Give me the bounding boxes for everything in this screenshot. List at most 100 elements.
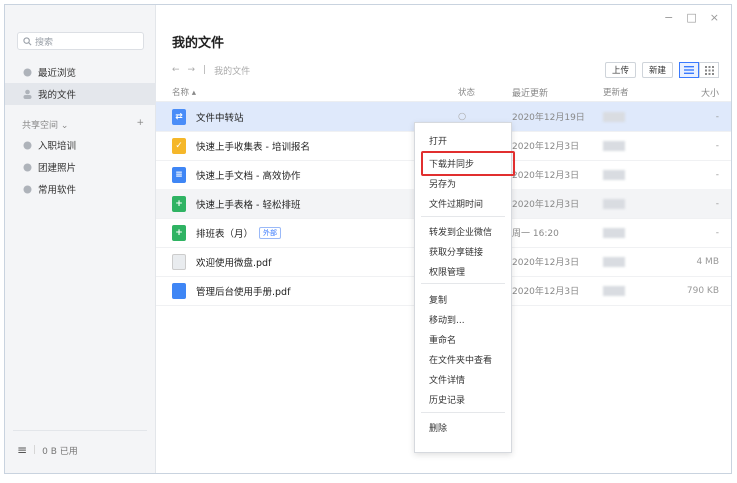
menu-divider <box>421 412 505 413</box>
storage-bar: ≡ | 0 B 已用 <box>17 443 78 457</box>
updater-avatar <box>603 247 625 276</box>
file-name-cell: ⇄ 文件中转站 <box>172 102 244 131</box>
menu-icon[interactable]: ≡ <box>17 443 27 457</box>
space-icon <box>22 140 32 150</box>
pdf-icon <box>172 253 186 270</box>
menu-divider <box>421 283 505 284</box>
highlight-box <box>421 151 515 176</box>
new-button[interactable]: 新建 <box>641 62 673 78</box>
file-name-cell: 管理后台使用手册.pdf <box>172 276 290 305</box>
updater-avatar <box>603 102 625 131</box>
app-window: 搜索 最近浏览 我的文件 共享空间 ⌄ + 入职培训 团建照片 常用软件 ≡ |… <box>4 4 732 474</box>
sidebar-item-recent[interactable]: 最近浏览 <box>5 61 156 83</box>
grid-view-button[interactable] <box>699 62 719 78</box>
sidebar-item-software[interactable]: 常用软件 <box>5 178 156 200</box>
menu-open[interactable]: 打开 <box>415 130 511 150</box>
breadcrumb-item[interactable]: 我的文件 <box>214 64 250 77</box>
shared-space-header[interactable]: 共享空间 ⌄ + <box>22 118 144 131</box>
file-name-cell: ≡ 快速上手文档 - 高效协作 <box>172 160 300 189</box>
updater-avatar <box>603 276 625 305</box>
file-size: - <box>715 111 719 122</box>
updater-avatar <box>603 131 625 160</box>
file-name-cell: + 快速上手表格 - 轻松排班 <box>172 189 300 218</box>
file-date: 2020年12月3日 <box>512 142 580 152</box>
sidebar: 搜索 最近浏览 我的文件 共享空间 ⌄ + 入职培训 团建照片 常用软件 ≡ |… <box>5 5 156 473</box>
sidebar-item-team-photos[interactable]: 团建照片 <box>5 156 156 178</box>
sheet-icon: + <box>172 224 186 241</box>
file-name: 快速上手收集表 - 培训报名 <box>196 141 310 153</box>
file-name: 排班表（月） <box>196 228 254 240</box>
file-size: - <box>715 140 719 151</box>
upload-button[interactable]: 上传 <box>604 62 636 78</box>
sidebar-item-label: 常用软件 <box>38 185 77 196</box>
space-icon <box>22 162 32 172</box>
search-placeholder: 搜索 <box>35 37 54 48</box>
clock-icon <box>22 67 32 77</box>
forward-button[interactable]: → <box>188 65 196 75</box>
updater-avatar <box>603 218 625 247</box>
file-size: 790 KB <box>686 285 719 296</box>
crumb-separator: | <box>203 65 207 75</box>
menu-forward-wecom[interactable]: 转发到企业微信 <box>415 221 511 241</box>
file-date: 2020年12月3日 <box>512 258 580 268</box>
menu-delete[interactable]: 删除 <box>415 417 511 437</box>
list-view-button[interactable] <box>679 62 699 78</box>
updater-avatar <box>603 189 625 218</box>
search-icon <box>23 36 32 45</box>
grid-icon <box>704 65 714 75</box>
menu-permissions[interactable]: 权限管理 <box>415 261 511 281</box>
file-size: - <box>715 169 719 180</box>
file-size: - <box>715 198 719 209</box>
menu-divider <box>421 216 505 217</box>
menu-details[interactable]: 文件详情 <box>415 369 511 389</box>
menu-save-as[interactable]: 另存为 <box>415 173 511 193</box>
menu-expiry[interactable]: 文件过期时间 <box>415 193 511 213</box>
minimize-button[interactable]: − <box>664 11 673 24</box>
menu-show-in-folder[interactable]: 在文件夹中查看 <box>415 349 511 369</box>
back-button[interactable]: ← <box>172 65 180 75</box>
col-date[interactable]: 最近更新 <box>512 83 548 101</box>
toolbar: ← → | 我的文件 上传 新建 <box>172 61 719 79</box>
search-input[interactable]: 搜索 <box>17 32 144 50</box>
sheet-icon: + <box>172 195 186 212</box>
pdf-icon <box>172 282 186 299</box>
menu-history[interactable]: 历史记录 <box>415 389 511 409</box>
form-icon: ✓ <box>172 137 186 154</box>
breadcrumb: ← → | 我的文件 <box>172 64 250 77</box>
menu-move[interactable]: 移动到... <box>415 309 511 329</box>
file-name: 文件中转站 <box>196 112 244 124</box>
file-date: 2020年12月3日 <box>512 287 580 297</box>
file-name: 管理后台使用手册.pdf <box>196 286 291 298</box>
file-name: 快速上手文档 - 高效协作 <box>196 170 301 182</box>
file-name: 欢迎使用微盘.pdf <box>196 257 272 269</box>
sidebar-item-onboarding[interactable]: 入职培训 <box>5 134 156 156</box>
file-date: 2020年12月19日 <box>512 113 585 123</box>
list-icon <box>684 66 694 74</box>
space-icon <box>22 184 32 194</box>
menu-share-link[interactable]: 获取分享链接 <box>415 241 511 261</box>
file-date: 2020年12月3日 <box>512 171 580 181</box>
close-button[interactable]: × <box>710 11 719 24</box>
file-date: 2020年12月3日 <box>512 200 580 210</box>
storage-used: 0 B 已用 <box>42 446 78 457</box>
add-space-button[interactable]: + <box>136 118 144 131</box>
window-controls: − □ × <box>664 11 719 24</box>
sidebar-item-label: 入职培训 <box>38 141 77 152</box>
toolbar-actions: 上传 新建 <box>604 62 719 78</box>
menu-rename[interactable]: 重命名 <box>415 329 511 349</box>
col-state: 状态 <box>458 88 476 98</box>
doc-icon: ≡ <box>172 166 186 183</box>
divider: | <box>33 445 37 455</box>
divider <box>13 430 147 431</box>
file-size: 4 MB <box>696 256 719 267</box>
file-name-cell: + 排班表（月） 外部 <box>172 218 282 247</box>
table-header: 名称 ▴ 状态 最近更新 更新者 大小 <box>156 83 731 102</box>
user-icon <box>22 89 32 99</box>
menu-copy[interactable]: 复制 <box>415 289 511 309</box>
page-title: 我的文件 <box>172 36 225 51</box>
col-size: 大小 <box>700 88 719 99</box>
sidebar-item-label: 团建照片 <box>38 163 77 174</box>
maximize-button[interactable]: □ <box>686 11 696 24</box>
col-name[interactable]: 名称 ▴ <box>172 83 196 101</box>
sidebar-item-my-files[interactable]: 我的文件 <box>5 83 156 105</box>
